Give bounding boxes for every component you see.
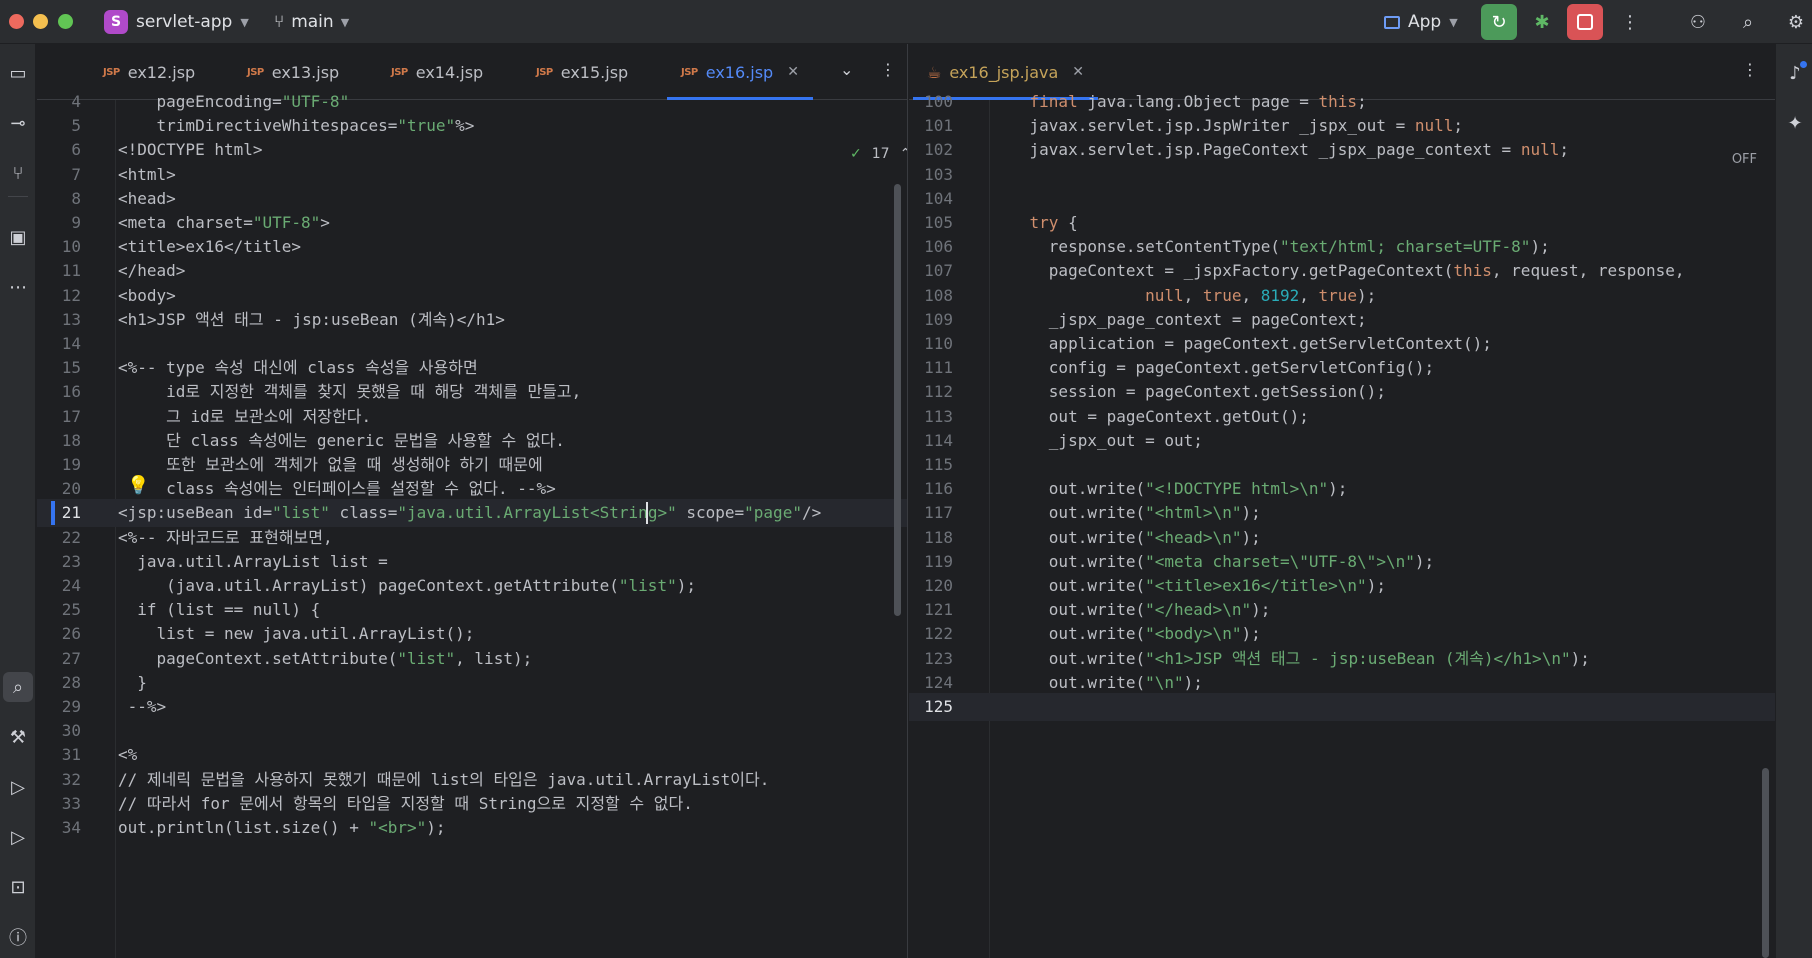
lightbulb-icon[interactable]: 💡 <box>127 475 149 496</box>
tab-label: ex16.jsp <box>705 62 774 82</box>
tab-list-button[interactable]: ⌄ <box>840 60 853 79</box>
tab-more-button[interactable]: ⋮ <box>880 60 896 79</box>
tab-label: ex16_jsp.java <box>949 62 1059 82</box>
project-badge: S <box>104 10 128 34</box>
close-icon[interactable]: ✕ <box>1072 64 1084 80</box>
search-icon: ⌕ <box>12 676 24 698</box>
code-text: out.println(list.size() + "<br>"); <box>118 818 446 837</box>
debug-button[interactable]: ✱ <box>1524 4 1560 40</box>
more-vertical-icon: ⋮ <box>1621 11 1639 33</box>
more-actions-button[interactable]: ⋮ <box>1612 4 1648 40</box>
java-file-icon: ☕ <box>927 62 942 82</box>
right-editor-pane: ☕ ex16_jsp.java ✕ ⋮ OFF 100 final java.l… <box>909 44 1775 958</box>
notifications-button[interactable]: ♪ <box>1780 58 1810 88</box>
run-icon: ▷ <box>11 826 25 848</box>
search-icon: ⌕ <box>1742 11 1754 33</box>
vcs-branch-selector[interactable]: ⑂ main ▼ <box>274 9 349 35</box>
search-everywhere-button[interactable]: ⌕ <box>1730 4 1766 40</box>
current-line-marker <box>51 501 55 526</box>
terminal-icon: ⊡ <box>10 876 26 898</box>
window-close-button[interactable] <box>9 14 24 29</box>
project-selector[interactable]: S servlet-app ▼ <box>104 9 249 35</box>
window-minimize-button[interactable] <box>33 14 48 29</box>
tab-label: ex12.jsp <box>127 62 196 82</box>
chevron-down-icon: ▼ <box>240 15 249 29</box>
project-tool-button[interactable]: ▭ <box>3 58 33 88</box>
code-line[interactable]: 34 out.println(list.size() + "<br>"); <box>37 814 907 842</box>
commit-tool-button[interactable]: ⊸ <box>3 108 33 138</box>
services-tool-button[interactable]: ▷ <box>3 772 33 802</box>
chevron-down-icon: ▼ <box>340 15 350 29</box>
chevron-down-icon: ▼ <box>1449 15 1458 29</box>
close-icon[interactable]: ✕ <box>787 64 799 80</box>
branch-name: main <box>291 12 334 32</box>
add-user-icon: ⚇ <box>1689 11 1707 33</box>
ai-assistant-icon: ✦ <box>1787 112 1803 134</box>
title-bar: S servlet-app ▼ ⑂ main ▼ App ▼ ↻ ✱ ⋮ ⚇ ⌕… <box>0 0 1812 44</box>
structure-tool-button[interactable]: ▣ <box>3 222 33 252</box>
line-number[interactable]: 34 <box>37 814 81 842</box>
right-tool-strip: ♪ ✦ <box>1775 44 1812 958</box>
problems-tool-button[interactable]: ⓘ <box>3 922 33 952</box>
problems-icon: ⓘ <box>9 928 27 949</box>
bug-icon: ✱ <box>1534 11 1550 33</box>
run-config-name: App <box>1408 12 1442 32</box>
rerun-button[interactable]: ↻ <box>1481 4 1517 40</box>
rerun-icon: ↻ <box>1491 11 1507 33</box>
run-configuration-selector[interactable]: App ▼ <box>1384 9 1458 35</box>
code-line[interactable]: 125 <box>909 693 1775 721</box>
left-vertical-scrollbar[interactable] <box>894 184 901 616</box>
pull-requests-tool-button[interactable]: ⑂ <box>3 158 33 188</box>
pull-request-icon: ⑂ <box>12 162 24 184</box>
more-tools-button[interactable]: ⋯ <box>3 272 33 302</box>
tab-label: ex15.jsp <box>560 62 629 82</box>
app-config-icon <box>1384 15 1400 29</box>
line-number[interactable]: 125 <box>909 693 953 721</box>
tab-label: ex14.jsp <box>415 62 484 82</box>
hammer-icon: ⚒ <box>9 726 27 748</box>
more-vertical-icon: ⋮ <box>880 60 896 79</box>
notification-dot <box>1800 61 1807 68</box>
commit-icon: ⊸ <box>10 112 26 134</box>
code-with-me-button[interactable]: ⚇ <box>1680 4 1716 40</box>
left-code-area[interactable]: 4 pageEncoding="UTF-8" 5 trimDirectiveWhi… <box>37 92 907 958</box>
jsp-file-icon: JSP <box>536 66 553 78</box>
terminal-tool-button[interactable]: ⊡ <box>3 872 33 902</box>
branch-icon: ⑂ <box>274 12 285 32</box>
tab-more-button[interactable]: ⋮ <box>1742 60 1758 79</box>
folder-icon: ▭ <box>9 62 27 84</box>
run-tool-button[interactable]: ▷ <box>3 822 33 852</box>
jsp-file-icon: JSP <box>103 66 120 78</box>
left-tool-strip: ▭ ⊸ ⑂ ▣ ⋯ ⌕ ⚒ ▷ ▷ ⊡ ⓘ <box>0 44 36 958</box>
more-vertical-icon: ⋮ <box>1742 60 1758 79</box>
tab-label: ex13.jsp <box>271 62 340 82</box>
chevron-down-icon: ⌄ <box>840 60 854 79</box>
bell-icon: ♪ <box>1789 62 1801 84</box>
left-editor-pane: JSP ex12.jsp JSP ex13.jsp JSP ex14.jsp J… <box>37 44 908 958</box>
services-icon: ▷ <box>11 776 25 798</box>
gear-icon: ⚙ <box>1787 11 1805 33</box>
project-name: servlet-app <box>136 12 233 32</box>
stop-icon <box>1577 14 1593 30</box>
tool-separator <box>8 196 28 197</box>
jsp-file-icon: JSP <box>391 66 408 78</box>
stop-button[interactable] <box>1567 4 1603 40</box>
right-vertical-scrollbar[interactable] <box>1762 768 1769 958</box>
settings-button[interactable]: ⚙ <box>1778 4 1812 40</box>
text-caret <box>646 502 648 525</box>
more-horizontal-icon: ⋯ <box>9 276 27 298</box>
window-maximize-button[interactable] <box>58 14 73 29</box>
structure-icon: ▣ <box>9 226 27 248</box>
ai-assistant-button[interactable]: ✦ <box>1780 108 1810 138</box>
find-tool-button[interactable]: ⌕ <box>3 672 33 702</box>
right-code-area[interactable]: 100 final java.lang.Object page = this; 1… <box>909 92 1775 958</box>
build-tool-button[interactable]: ⚒ <box>3 722 33 752</box>
jsp-file-icon: JSP <box>681 66 698 78</box>
jsp-file-icon: JSP <box>247 66 264 78</box>
